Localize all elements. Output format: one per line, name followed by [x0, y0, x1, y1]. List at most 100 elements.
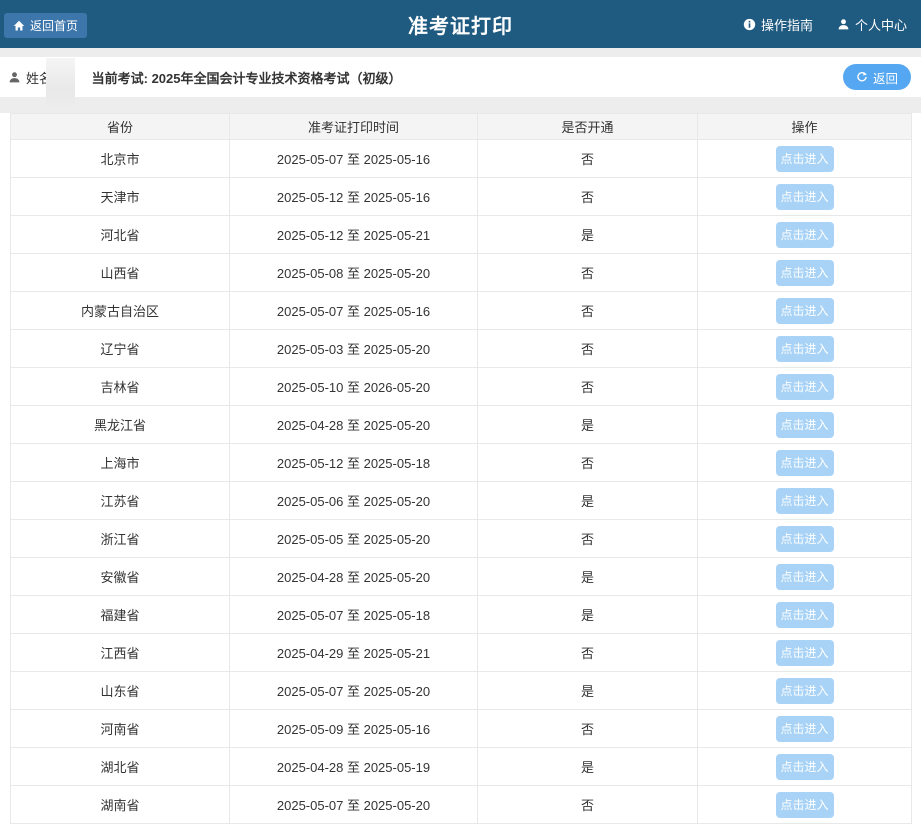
print-time-cell: 2025-05-10 至 2026-05-20: [230, 368, 478, 406]
open-status-cell: 是: [478, 558, 698, 596]
enter-button[interactable]: 点击进入: [776, 184, 834, 210]
enter-button[interactable]: 点击进入: [776, 374, 834, 400]
open-status-cell: 是: [478, 596, 698, 634]
province-cell: 北京市: [11, 140, 230, 178]
table-row: 山西省 2025-05-08 至 2025-05-20 否 点击进入: [11, 254, 912, 292]
table-row: 浙江省 2025-05-05 至 2025-05-20 否 点击进入: [11, 520, 912, 558]
open-status-cell: 是: [478, 482, 698, 520]
back-home-label: 返回首页: [30, 17, 78, 34]
open-status-cell: 否: [478, 292, 698, 330]
enter-button[interactable]: 点击进入: [776, 336, 834, 362]
top-header: 返回首页 准考证打印 操作指南 个人中心: [0, 0, 921, 48]
open-status-cell: 否: [478, 140, 698, 178]
province-cell: 河南省: [11, 710, 230, 748]
enter-button[interactable]: 点击进入: [776, 260, 834, 286]
user-icon: [8, 71, 21, 84]
province-cell: 江苏省: [11, 482, 230, 520]
personal-center-label: 个人中心: [855, 15, 907, 34]
print-time-cell: 2025-05-07 至 2025-05-20: [230, 672, 478, 710]
print-time-cell: 2025-05-06 至 2025-05-20: [230, 482, 478, 520]
table-row: 吉林省 2025-05-10 至 2026-05-20 否 点击进入: [11, 368, 912, 406]
back-home-button[interactable]: 返回首页: [4, 13, 87, 38]
province-cell: 黑龙江省: [11, 406, 230, 444]
province-cell: 山西省: [11, 254, 230, 292]
enter-button[interactable]: 点击进入: [776, 640, 834, 666]
enter-button[interactable]: 点击进入: [776, 792, 834, 818]
print-time-cell: 2025-04-28 至 2025-05-20: [230, 406, 478, 444]
print-time-cell: 2025-05-12 至 2025-05-21: [230, 216, 478, 254]
print-time-cell: 2025-05-12 至 2025-05-18: [230, 444, 478, 482]
province-cell: 山东省: [11, 672, 230, 710]
enter-button[interactable]: 点击进入: [776, 564, 834, 590]
print-time-cell: 2025-05-07 至 2025-05-18: [230, 596, 478, 634]
action-cell: 点击进入: [698, 672, 912, 710]
action-cell: 点击进入: [698, 330, 912, 368]
table-row: 河北省 2025-05-12 至 2025-05-21 是 点击进入: [11, 216, 912, 254]
table-header-row: 省份 准考证打印时间 是否开通 操作: [11, 114, 912, 140]
table-row: 江苏省 2025-05-06 至 2025-05-20 是 点击进入: [11, 482, 912, 520]
enter-button[interactable]: 点击进入: [776, 716, 834, 742]
province-table: 省份 准考证打印时间 是否开通 操作 北京市 2025-05-07 至 2025…: [10, 113, 912, 824]
table-row: 山东省 2025-05-07 至 2025-05-20 是 点击进入: [11, 672, 912, 710]
table-body: 北京市 2025-05-07 至 2025-05-16 否 点击进入 天津市 2…: [11, 140, 912, 824]
enter-button[interactable]: 点击进入: [776, 222, 834, 248]
action-cell: 点击进入: [698, 482, 912, 520]
province-cell: 湖北省: [11, 748, 230, 786]
action-cell: 点击进入: [698, 520, 912, 558]
page-title: 准考证打印: [408, 10, 513, 39]
print-time-cell: 2025-04-29 至 2025-05-21: [230, 634, 478, 672]
table-row: 江西省 2025-04-29 至 2025-05-21 否 点击进入: [11, 634, 912, 672]
action-cell: 点击进入: [698, 748, 912, 786]
action-cell: 点击进入: [698, 368, 912, 406]
column-header-open: 是否开通: [478, 114, 698, 140]
province-cell: 吉林省: [11, 368, 230, 406]
table-row: 辽宁省 2025-05-03 至 2025-05-20 否 点击进入: [11, 330, 912, 368]
enter-button[interactable]: 点击进入: [776, 754, 834, 780]
action-cell: 点击进入: [698, 292, 912, 330]
print-time-cell: 2025-04-28 至 2025-05-19: [230, 748, 478, 786]
enter-button[interactable]: 点击进入: [776, 488, 834, 514]
province-cell: 浙江省: [11, 520, 230, 558]
enter-button[interactable]: 点击进入: [776, 298, 834, 324]
enter-button[interactable]: 点击进入: [776, 412, 834, 438]
action-cell: 点击进入: [698, 786, 912, 824]
open-status-cell: 是: [478, 748, 698, 786]
info-bar: 姓名: 当前考试: 2025年全国会计专业技术资格考试（初级） 返回: [0, 57, 921, 97]
open-status-cell: 否: [478, 444, 698, 482]
gray-strip-top: [0, 48, 921, 57]
print-time-cell: 2025-05-07 至 2025-05-20: [230, 786, 478, 824]
table-row: 黑龙江省 2025-04-28 至 2025-05-20 是 点击进入: [11, 406, 912, 444]
print-time-cell: 2025-05-03 至 2025-05-20: [230, 330, 478, 368]
open-status-cell: 是: [478, 672, 698, 710]
action-cell: 点击进入: [698, 444, 912, 482]
header-right-nav: 操作指南 个人中心: [743, 0, 907, 48]
guide-link[interactable]: 操作指南: [743, 15, 813, 34]
enter-button[interactable]: 点击进入: [776, 526, 834, 552]
back-label: 返回: [873, 68, 898, 87]
province-cell: 安徽省: [11, 558, 230, 596]
province-cell: 上海市: [11, 444, 230, 482]
province-cell: 内蒙古自治区: [11, 292, 230, 330]
table-row: 内蒙古自治区 2025-05-07 至 2025-05-16 否 点击进入: [11, 292, 912, 330]
print-time-cell: 2025-05-08 至 2025-05-20: [230, 254, 478, 292]
province-cell: 福建省: [11, 596, 230, 634]
enter-button[interactable]: 点击进入: [776, 146, 834, 172]
print-time-cell: 2025-05-05 至 2025-05-20: [230, 520, 478, 558]
column-header-action: 操作: [698, 114, 912, 140]
table-row: 湖南省 2025-05-07 至 2025-05-20 否 点击进入: [11, 786, 912, 824]
province-cell: 天津市: [11, 178, 230, 216]
enter-button[interactable]: 点击进入: [776, 678, 834, 704]
province-cell: 湖南省: [11, 786, 230, 824]
table-row: 湖北省 2025-04-28 至 2025-05-19 是 点击进入: [11, 748, 912, 786]
personal-center-link[interactable]: 个人中心: [837, 15, 907, 34]
column-header-print-time: 准考证打印时间: [230, 114, 478, 140]
back-button[interactable]: 返回: [843, 64, 911, 90]
table-row: 天津市 2025-05-12 至 2025-05-16 否 点击进入: [11, 178, 912, 216]
open-status-cell: 否: [478, 368, 698, 406]
action-cell: 点击进入: [698, 140, 912, 178]
enter-button[interactable]: 点击进入: [776, 450, 834, 476]
action-cell: 点击进入: [698, 216, 912, 254]
province-cell: 辽宁省: [11, 330, 230, 368]
open-status-cell: 否: [478, 520, 698, 558]
enter-button[interactable]: 点击进入: [776, 602, 834, 628]
